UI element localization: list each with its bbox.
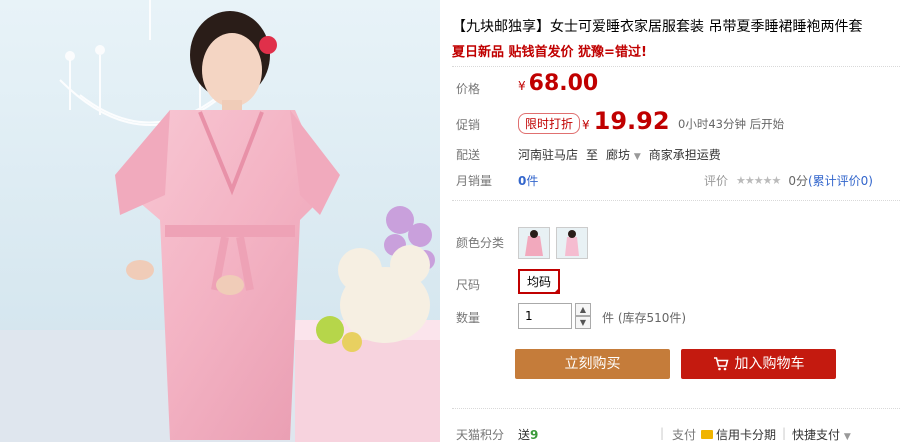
shipping-destination-select[interactable]: 廊坊 ▼ <box>606 146 641 163</box>
credit-installment-label: 信用卡分期 <box>716 428 777 442</box>
quantity-input[interactable]: 1 <box>518 303 572 329</box>
points-value: 9 <box>530 428 539 442</box>
rating-score-value: 0分 <box>788 174 808 188</box>
rating: 评价 ★★★★★ 0分(累计评价0) <box>704 172 873 189</box>
shipping-label: 配送 <box>456 148 481 162</box>
sales-count: 0件 <box>518 172 538 189</box>
promo-badge: 限时打折 <box>518 113 581 134</box>
stock-info: 件 (库存510件) <box>602 311 687 325</box>
shipping-destination: 廊坊 <box>606 148 631 162</box>
promo-countdown: 0小时43分钟 后开始 <box>678 117 785 131</box>
shipping-note: 商家承担运费 <box>648 148 721 162</box>
sales-label: 月销量 <box>456 174 493 188</box>
chevron-down-icon: ▼ <box>843 432 851 442</box>
footer-divider: | <box>660 426 665 440</box>
price-label: 价格 <box>456 82 481 96</box>
promo-price-value: 19.92 <box>593 107 670 135</box>
shipping-origin: 河南驻马店 <box>518 148 579 162</box>
promo-price: ¥ 19.92 <box>582 107 670 135</box>
selected-check-icon <box>553 287 561 294</box>
add-to-cart-button[interactable]: 加入购物车 <box>681 349 836 379</box>
product-title: 【九块邮独享】女士可爱睡衣家居服套装 吊带夏季睡裙睡袍两件套 <box>452 19 863 35</box>
quick-pay[interactable]: 快捷支付 ▼ <box>792 426 851 443</box>
product-photo <box>0 0 440 442</box>
shipping-to: 至 <box>586 148 599 162</box>
pay-label: 支付 <box>672 428 697 442</box>
add-to-cart-label: 加入购物车 <box>734 356 805 372</box>
size-option-label: 均码 <box>527 275 552 289</box>
footer-divider: | <box>782 426 787 440</box>
rating-score: 0分(累计评价0) <box>788 172 873 189</box>
points-prefix: 送 <box>518 428 531 442</box>
divider <box>452 408 900 409</box>
credit-installment[interactable]: 信用卡分期 <box>701 426 776 443</box>
quantity-label: 数量 <box>456 311 481 325</box>
chevron-down-icon: ▼ <box>633 152 641 162</box>
product-info-panel: 【九块邮独享】女士可爱睡衣家居服套装 吊带夏季睡裙睡袍两件套 夏日新品 贴钱首发… <box>452 0 900 442</box>
currency-symbol: ¥ <box>582 118 590 132</box>
original-price: ¥ 68.00 <box>518 71 598 96</box>
quick-pay-label: 快捷支付 <box>792 428 841 442</box>
quantity-decrease-button[interactable]: ▼ <box>575 316 591 329</box>
color-swatch-2[interactable] <box>556 227 588 259</box>
shipping-info: 河南驻马店 至 廊坊 ▼ 商家承担运费 <box>518 146 721 163</box>
color-swatch-1[interactable] <box>518 227 550 259</box>
sales-unit: 件 <box>526 174 539 188</box>
color-label: 颜色分类 <box>456 236 505 250</box>
rating-count-link[interactable]: (累计评价0) <box>808 174 873 188</box>
credit-card-icon <box>701 430 713 439</box>
cart-icon <box>713 357 728 371</box>
size-option-selected[interactable]: 均码 <box>518 269 561 294</box>
size-label: 尺码 <box>456 278 481 292</box>
points-label: 天猫积分 <box>456 428 505 442</box>
rating-label: 评价 <box>704 174 729 188</box>
points-reward: 送9 <box>518 426 538 443</box>
divider <box>452 66 900 67</box>
buy-now-button[interactable]: 立刻购买 <box>515 349 670 379</box>
quantity-increase-button[interactable]: ▲ <box>575 303 591 316</box>
currency-symbol: ¥ <box>518 79 526 93</box>
divider <box>452 200 900 201</box>
promo-label: 促销 <box>456 118 481 132</box>
rating-stars: ★★★★★ <box>736 174 781 187</box>
product-subtitle: 夏日新品 贴钱首发价 犹豫=错过! <box>452 45 647 60</box>
original-price-value: 68.00 <box>528 71 599 96</box>
